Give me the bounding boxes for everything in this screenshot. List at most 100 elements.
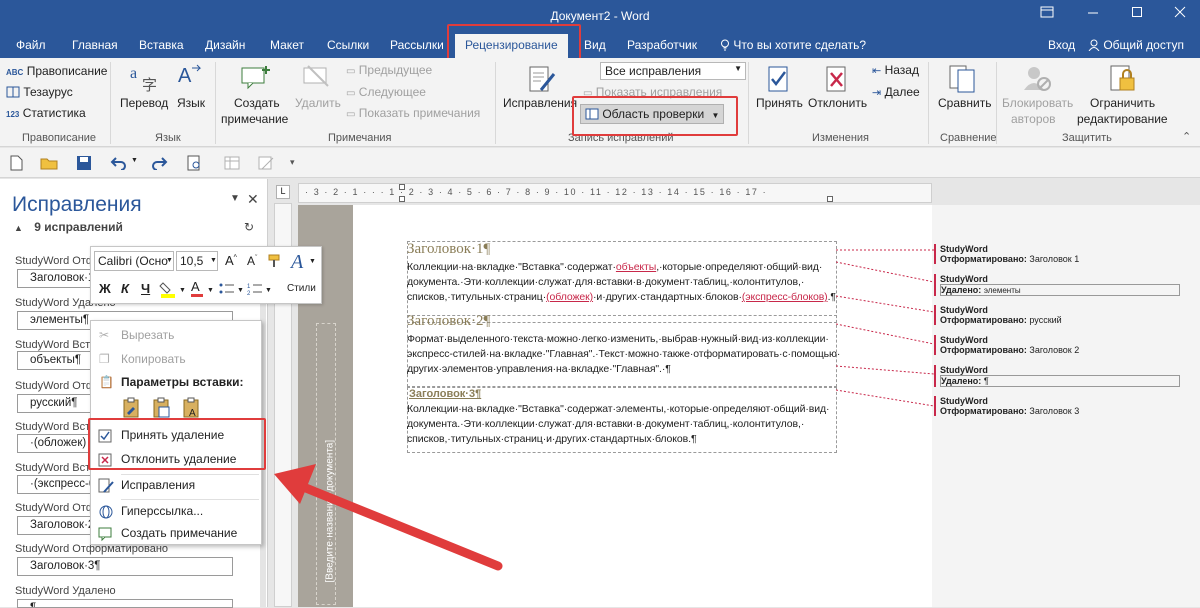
font-color-icon[interactable]: A: [191, 279, 203, 297]
format-painter-icon[interactable]: [267, 253, 281, 269]
revision-balloon[interactable]: StudyWord Отформатировано: русский: [934, 305, 1062, 325]
tab-mailings[interactable]: Рассылки: [390, 38, 444, 52]
revision-balloon[interactable]: StudyWord Удалено: ¶: [934, 365, 1180, 387]
menu-item-hyperlink[interactable]: Гиперссылка...: [91, 501, 261, 523]
new-comment-button-line1[interactable]: Создать: [234, 96, 280, 110]
block-authors-button-line1[interactable]: Блокировать: [1002, 96, 1073, 110]
revisions-summary[interactable]: ▲ 9 исправлений: [14, 220, 123, 234]
chevron-down-icon[interactable]: ▼: [166, 257, 173, 264]
left-indent-marker[interactable]: [399, 196, 405, 202]
tab-insert[interactable]: Вставка: [139, 38, 184, 52]
tab-selector[interactable]: L: [276, 185, 290, 199]
draw-table-icon[interactable]: [258, 155, 274, 171]
paste-keep-formatting-icon[interactable]: [121, 397, 141, 419]
tab-references[interactable]: Ссылки: [327, 38, 369, 52]
paste-merge-formatting-icon[interactable]: [151, 397, 171, 419]
heading-3[interactable]: Заголовок·3¶: [409, 388, 481, 400]
display-for-review-select[interactable]: Все исправления ▼: [600, 62, 746, 80]
restrict-editing-button-line1[interactable]: Ограничить: [1090, 96, 1155, 110]
horizontal-ruler[interactable]: · 3 · 2 · 1 · · · 1 · 2 · 3 · 4 · 5 · 6 …: [298, 183, 932, 203]
tab-file[interactable]: Файл: [16, 38, 46, 52]
maximize-button[interactable]: [1127, 6, 1147, 26]
minimize-button[interactable]: [1083, 6, 1103, 26]
customize-qat-icon[interactable]: ▾: [290, 157, 295, 168]
menu-item-cut[interactable]: ✂ Вырезать: [91, 325, 261, 347]
tab-design[interactable]: Дизайн: [205, 38, 245, 52]
revision-balloon[interactable]: StudyWord Удалено: элементы: [934, 274, 1180, 296]
table-icon[interactable]: [224, 155, 240, 171]
share-button[interactable]: Общий доступ: [1088, 38, 1184, 52]
revision-content[interactable]: Заголовок·3¶: [17, 557, 233, 576]
word-count-button[interactable]: 123 Статистика: [6, 106, 86, 120]
italic-button[interactable]: К: [121, 281, 129, 296]
redo-icon[interactable]: [150, 156, 168, 170]
right-indent-marker[interactable]: [827, 196, 833, 202]
chevron-down-icon[interactable]: ▼: [237, 287, 244, 294]
chevron-down-icon[interactable]: ▼: [207, 287, 214, 294]
menu-item-copy[interactable]: ❐ Копировать: [91, 349, 261, 371]
language-button[interactable]: Язык: [177, 96, 205, 110]
delete-comment-button[interactable]: Удалить: [295, 96, 341, 110]
revision-balloon[interactable]: StudyWord Отформатировано: Заголовок 1: [934, 244, 1079, 264]
grow-font-icon[interactable]: A^: [225, 253, 237, 268]
spelling-button[interactable]: ABC Правописание: [6, 64, 107, 78]
revision-balloon[interactable]: StudyWord Отформатировано: Заголовок 3: [934, 396, 1079, 416]
save-icon[interactable]: [76, 155, 92, 171]
chevron-down-icon[interactable]: ▼: [131, 157, 138, 164]
restrict-editing-button-line2[interactable]: редактирование: [1077, 112, 1168, 126]
signin-link[interactable]: Вход: [1048, 38, 1075, 52]
styles-icon[interactable]: A: [291, 251, 303, 274]
menu-item-new-comment[interactable]: Создать примечание: [91, 523, 261, 545]
heading-2[interactable]: Заголовок·2¶: [407, 313, 490, 330]
collapse-ribbon-icon[interactable]: ⌃: [1182, 130, 1191, 143]
paragraph-line[interactable]: списков,·титульных·страниц·(обложек)·и·д…: [407, 291, 836, 303]
ribbon-display-options-button[interactable]: [1037, 6, 1057, 26]
block-authors-button-line2[interactable]: авторов: [1011, 112, 1056, 126]
bold-button[interactable]: Ж: [99, 281, 111, 296]
print-preview-icon[interactable]: [186, 155, 202, 171]
next-comment-button[interactable]: ▭ Следующее: [346, 85, 426, 99]
paragraph-line[interactable]: экспресс-стилей·на·вкладке·"Главная".·Те…: [407, 348, 840, 360]
highlight-icon[interactable]: [159, 281, 177, 299]
thesaurus-button[interactable]: Тезаурус: [6, 85, 73, 99]
paragraph-line[interactable]: Коллекции·на·вкладке·"Вставка"·содержат·…: [407, 403, 830, 415]
menu-item-track-changes[interactable]: Исправления: [91, 475, 261, 497]
translate-button[interactable]: Перевод: [120, 96, 168, 110]
chevron-down-icon[interactable]: ▼: [210, 257, 217, 264]
new-document-icon[interactable]: [9, 155, 23, 171]
tell-me-search[interactable]: Что вы хотите сделать?: [720, 38, 866, 52]
tab-developer[interactable]: Разработчик: [627, 38, 697, 52]
track-changes-button[interactable]: Исправления: [503, 96, 577, 110]
previous-change-button[interactable]: ⇤ Назад: [872, 63, 919, 77]
open-folder-icon[interactable]: [40, 156, 58, 170]
previous-comment-button[interactable]: ▭ Предыдущее: [346, 63, 432, 77]
next-change-button[interactable]: ⇥ Далее: [872, 85, 920, 99]
undo-icon[interactable]: [110, 156, 128, 170]
new-comment-button-line2[interactable]: примечание: [221, 112, 288, 126]
pane-options-icon[interactable]: ▼: [230, 193, 240, 204]
pane-close-icon[interactable]: ✕: [247, 191, 259, 208]
heading-1[interactable]: Заголовок·1¶: [407, 241, 490, 258]
font-name-select[interactable]: Calibri (Осно: [94, 251, 174, 271]
close-button[interactable]: [1170, 6, 1190, 26]
refresh-icon[interactable]: ↻: [244, 220, 254, 234]
chevron-down-icon[interactable]: ▼: [265, 287, 272, 294]
paste-text-only-icon[interactable]: A: [181, 397, 201, 419]
paragraph-line[interactable]: Формат·выделенного·текста·можно·легко·из…: [407, 333, 829, 345]
bullets-icon[interactable]: [219, 282, 235, 296]
accept-button[interactable]: Принять: [756, 96, 803, 110]
shrink-font-icon[interactable]: Aˇ: [247, 254, 257, 268]
paragraph-line[interactable]: документа.·Эти·коллекции·служат·для·вста…: [407, 418, 804, 430]
tab-layout[interactable]: Макет: [270, 38, 304, 52]
tab-home[interactable]: Главная: [72, 38, 118, 52]
paragraph-line[interactable]: других·элементов·управления·на·вкладке·"…: [407, 363, 671, 375]
first-line-indent-marker[interactable]: [399, 184, 405, 190]
reject-button[interactable]: Отклонить: [808, 96, 867, 110]
paragraph-line[interactable]: документа.·Эти·коллекции·служат·для·вста…: [407, 276, 804, 288]
numbering-icon[interactable]: 12: [247, 282, 263, 296]
compare-button[interactable]: Сравнить: [938, 96, 991, 110]
underline-button[interactable]: Ч: [141, 281, 150, 296]
tab-view[interactable]: Вид: [584, 38, 606, 52]
revision-balloon[interactable]: StudyWord Отформатировано: Заголовок 2: [934, 335, 1079, 355]
styles-label[interactable]: Стили: [287, 283, 316, 294]
